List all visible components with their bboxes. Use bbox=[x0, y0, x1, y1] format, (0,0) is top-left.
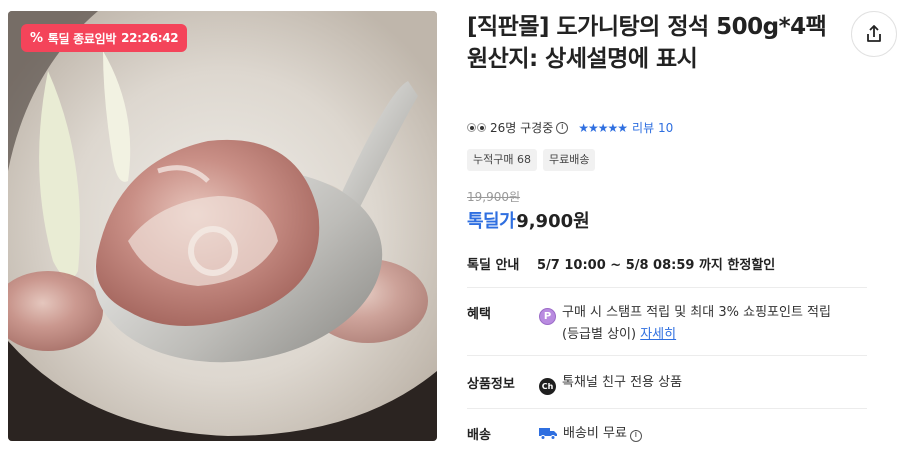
benefit-detail-link[interactable]: 자세히 bbox=[640, 327, 676, 342]
divider bbox=[467, 408, 867, 409]
shipping-label: 배송 bbox=[467, 428, 491, 443]
shipping-section: 배송 배송비 무료 i bbox=[467, 424, 642, 443]
soup-illustration bbox=[8, 11, 437, 441]
review-link[interactable]: 리뷰 10 bbox=[632, 119, 673, 136]
shipping-text: 배송비 무료 bbox=[563, 426, 627, 441]
original-price: 19,900원 bbox=[467, 190, 521, 204]
benefit-section: 혜택 P 구매 시 스탬프 적립 및 최대 3% 쇼핑포인트 적립 (등급별 상이… bbox=[467, 303, 831, 344]
tag-cumulative-purchases: 누적구매 68 bbox=[467, 149, 537, 171]
badge-countdown: 22:26:42 bbox=[121, 31, 179, 45]
tag-free-shipping: 무료배송 bbox=[542, 149, 596, 171]
truck-icon bbox=[539, 428, 557, 440]
deal-info-label: 톡딜 안내 bbox=[467, 258, 520, 273]
rating-stars: ★★★★★ bbox=[578, 120, 628, 135]
info-icon[interactable]: i bbox=[629, 429, 642, 442]
percent-icon: % bbox=[30, 30, 43, 46]
eyes-icon bbox=[467, 123, 486, 132]
divider bbox=[467, 287, 867, 288]
benefit-note: (등급별 상이) bbox=[562, 327, 637, 342]
deal-countdown-badge: % 톡딜 종료임박 22:26:42 bbox=[21, 24, 188, 52]
point-icon: P bbox=[539, 308, 556, 325]
product-info-text: 톡채널 친구 전용 상품 bbox=[562, 375, 683, 390]
benefit-label: 혜택 bbox=[467, 307, 491, 322]
sale-price-row: 톡딜가 9,900원 bbox=[467, 207, 590, 233]
product-info-section: 상품정보 Ch 톡채널 친구 전용 상품 bbox=[467, 373, 682, 395]
product-title: [직판몰] 도가니탕의 정석 500g*4팩 원산지: 상세설명에 표시 bbox=[467, 14, 827, 72]
sale-price: 9,900원 bbox=[516, 211, 590, 232]
deal-info: 톡딜 안내 5/7 10:00 ~ 5/8 08:59 까지 한정할인 bbox=[467, 254, 775, 273]
product-meta: 26명 구경중 i ★★★★★ 리뷰 10 bbox=[467, 119, 673, 136]
sale-price-label: 톡딜가 bbox=[467, 211, 516, 232]
product-tags: 누적구매 68 무료배송 bbox=[467, 149, 596, 171]
share-icon bbox=[867, 25, 881, 42]
badge-label: 톡딜 종료임박 bbox=[47, 31, 117, 46]
deal-period: 5/7 10:00 ~ 5/8 08:59 까지 한정할인 bbox=[537, 258, 776, 273]
product-image[interactable]: % 톡딜 종료임박 22:26:42 bbox=[8, 11, 437, 441]
benefit-text: 구매 시 스탬프 적립 및 최대 3% 쇼핑포인트 적립 bbox=[562, 305, 831, 320]
divider bbox=[467, 355, 867, 356]
share-button[interactable] bbox=[851, 11, 897, 57]
info-icon[interactable]: i bbox=[556, 121, 569, 134]
channel-icon: Ch bbox=[539, 378, 556, 395]
viewer-count: 26명 구경중 bbox=[490, 121, 554, 135]
product-info-label: 상품정보 bbox=[467, 377, 515, 392]
